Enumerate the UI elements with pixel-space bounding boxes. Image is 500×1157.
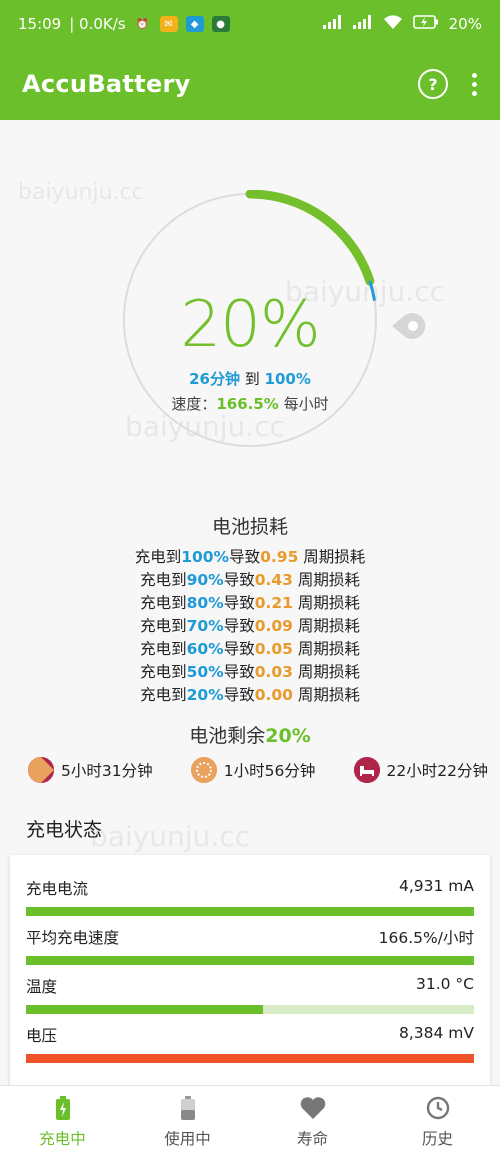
more-vert-icon xyxy=(471,72,477,78)
watermark: baiyunju.cc xyxy=(90,820,250,853)
nav-history[interactable]: 历史 xyxy=(375,1086,500,1157)
metric-value: 166.5%/小时 xyxy=(378,929,474,947)
battery-percent: 20% xyxy=(448,15,482,33)
metric-bar xyxy=(26,956,474,965)
metric-bar xyxy=(26,1054,474,1063)
wear-row: 充电到50%导致0.03 周期损耗 xyxy=(140,663,360,681)
metric-label: 温度 xyxy=(26,978,58,996)
app-title: AccuBattery xyxy=(22,70,191,98)
screen-on-pie-icon xyxy=(28,757,54,783)
nav-charging[interactable]: 充电中 xyxy=(0,1086,125,1157)
bottom-navigation: 充电中 使用中 寿命 历史 xyxy=(0,1085,500,1157)
metric-bar xyxy=(26,1005,474,1014)
remaining-screen-on: 5小时31分钟 xyxy=(28,757,153,783)
charge-speed: 速度：166.5% 每小时 xyxy=(171,395,329,413)
metric-current: 充电电流 4,931 mA xyxy=(26,877,474,916)
metric-label: 平均充电速度 xyxy=(26,929,120,947)
remaining-time-row: 5小时31分钟 1小时56分钟 22小时22分钟 xyxy=(28,757,488,783)
signal-icon xyxy=(322,15,343,33)
history-icon xyxy=(425,1095,451,1121)
metric-temperature: 温度 31.0 °C xyxy=(26,975,474,1014)
more-options-button[interactable] xyxy=(468,72,480,96)
screen-off-pie-icon xyxy=(190,757,217,783)
wear-row: 充电到100%导致0.95 周期损耗 xyxy=(134,548,366,566)
metric-value: 31.0 °C xyxy=(415,975,474,993)
metric-avg-speed: 平均充电速度 166.5%/小时 xyxy=(26,926,474,965)
metric-label: 电压 xyxy=(26,1027,58,1045)
charge-alarm-handle[interactable] xyxy=(388,306,432,346)
wear-row: 充电到90%导致0.43 周期损耗 xyxy=(140,571,360,589)
app-bar: AccuBattery ? xyxy=(0,48,500,120)
time-to-full: 26分钟 到 100% xyxy=(189,370,311,388)
metric-label: 充电电流 xyxy=(26,880,89,898)
battery-wear-list: 充电到100%导致0.95 周期损耗 充电到90%导致0.43 周期损耗 充电到80… xyxy=(0,546,500,707)
help-button[interactable]: ? xyxy=(418,69,448,99)
network-speed: | 0.0K/s xyxy=(69,15,126,33)
remaining-sleep: 22小时22分钟 xyxy=(353,757,488,783)
nav-health[interactable]: 寿命 xyxy=(250,1086,375,1157)
battery-discharging-icon xyxy=(175,1095,201,1121)
metric-value: 8,384 mV xyxy=(398,1024,474,1042)
gauge-progress-arc xyxy=(245,190,375,286)
signal-2-icon xyxy=(352,15,373,33)
battery-remaining-title: 电池剩余20% xyxy=(189,725,311,747)
notification-mail-icon: ✉ xyxy=(159,16,178,32)
charge-gauge: 20% 26分钟 到 100% 速度：166.5% 每小时 xyxy=(120,190,380,450)
charging-status-card: 充电电流 4,931 mA 平均充电速度 166.5%/小时 温度 31.0 °C 电… xyxy=(10,855,490,1085)
wear-row: 充电到80%导致0.21 周期损耗 xyxy=(140,594,360,612)
charging-status-title: 充电状态 xyxy=(26,819,103,841)
clock: 15:09 xyxy=(18,15,62,33)
heart-icon xyxy=(300,1095,326,1121)
alarm-icon: ⏰ xyxy=(136,18,149,30)
wear-row: 充电到60%导致0.05 周期损耗 xyxy=(140,640,360,658)
wifi-icon xyxy=(383,14,403,34)
wear-row: 充电到70%导致0.09 周期损耗 xyxy=(140,617,360,635)
battery-charging-icon xyxy=(50,1095,76,1121)
wear-row: 充电到20%导致0.00 周期损耗 xyxy=(140,686,360,704)
battery-percentage: 20% xyxy=(180,288,320,362)
help-icon: ? xyxy=(428,74,438,94)
remaining-screen-off: 1小时56分钟 xyxy=(190,757,315,783)
battery-wear-title: 电池损耗 xyxy=(211,516,288,538)
metric-value: 4,931 mA xyxy=(398,877,474,895)
nav-discharging[interactable]: 使用中 xyxy=(125,1086,250,1157)
notification-app-icon: ● xyxy=(211,16,230,32)
metric-bar xyxy=(26,907,474,916)
battery-status-icon xyxy=(412,15,439,33)
metric-voltage: 电压 8,384 mV xyxy=(26,1024,474,1063)
sleep-bed-icon xyxy=(353,757,380,783)
notification-shield-icon: ◆ xyxy=(185,16,204,32)
status-bar: 15:09 | 0.0K/s ⏰ ✉ ◆ ● 20% xyxy=(0,0,500,48)
